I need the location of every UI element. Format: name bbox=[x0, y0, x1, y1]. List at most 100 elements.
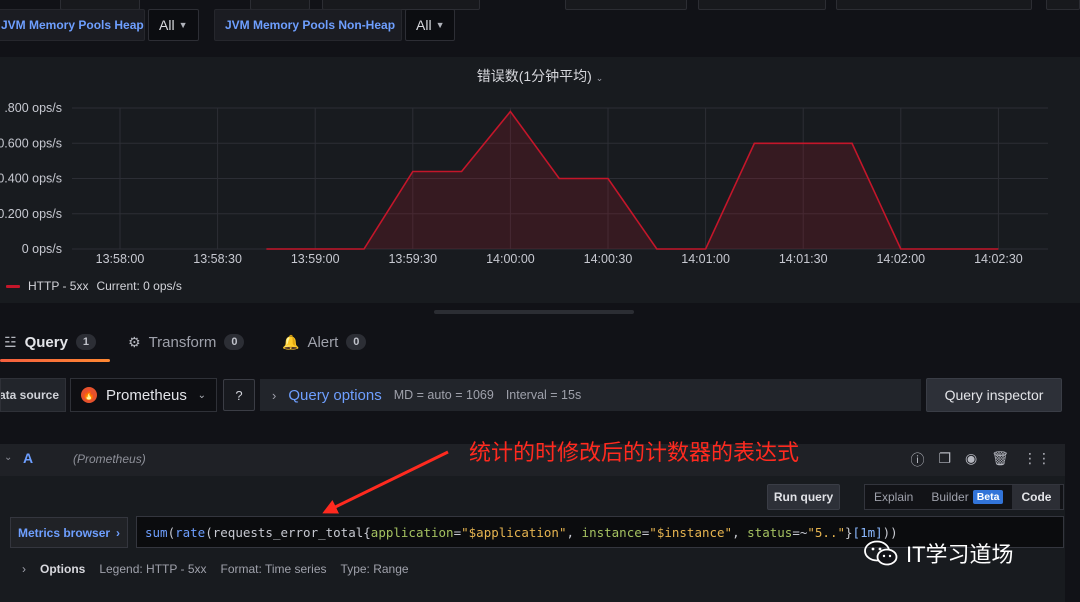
datasource-label: Data source bbox=[0, 378, 66, 412]
mode-explain[interactable]: Explain bbox=[865, 485, 922, 509]
expr-token: = bbox=[641, 524, 650, 540]
interval-value: Interval = 15s bbox=[505, 388, 582, 402]
query-options-link[interactable]: Query options bbox=[288, 387, 381, 404]
tab-query[interactable]: ☳ Query 1 bbox=[4, 322, 97, 362]
prometheus-logo-icon: 🔥 bbox=[81, 387, 97, 403]
chevron-right-icon: › bbox=[272, 387, 277, 403]
legend-swatch bbox=[6, 284, 20, 288]
query-ref-id[interactable]: A bbox=[23, 450, 33, 466]
datasource-picker[interactable]: 🔥 Prometheus ⌄ bbox=[70, 378, 217, 412]
variable-label-heap: JVM Memory Pools Heap bbox=[0, 9, 145, 41]
variable-picker-partial[interactable] bbox=[836, 0, 1032, 10]
expr-token: } bbox=[845, 524, 853, 540]
tab-label: Alert bbox=[307, 333, 339, 351]
mode-code-label: Code bbox=[1021, 490, 1052, 504]
x-tick-label: 13:59:00 bbox=[291, 252, 340, 266]
expr-token: , bbox=[732, 524, 748, 540]
expr-token: sum bbox=[145, 524, 168, 540]
legend-current-value: Current: 0 ops/s bbox=[96, 279, 182, 293]
chevron-right-icon: › bbox=[116, 525, 121, 540]
transform-icon: ⚙ bbox=[128, 333, 141, 350]
options-title: Options bbox=[40, 562, 86, 576]
y-axis: .800 ops/s 0.600 ops/s 0.400 ops/s 0.200 op… bbox=[0, 101, 62, 256]
expr-token: requests_error_total bbox=[212, 524, 364, 540]
tab-count: 1 bbox=[75, 334, 97, 350]
mode-code[interactable]: Code bbox=[1012, 485, 1061, 509]
y-tick-label: 0.400 ops/s bbox=[0, 172, 62, 186]
editor-tabs: ☳ Query 1 ⚙ Transform 0 🔔 Alert 0 bbox=[0, 322, 1080, 362]
question-circle-icon[interactable]: ⓘ bbox=[910, 450, 924, 470]
x-tick-label: 14:01:30 bbox=[779, 252, 828, 266]
mode-explain-label: Explain bbox=[874, 490, 914, 504]
eye-icon[interactable]: ◉ bbox=[965, 450, 977, 470]
variable-select-heap[interactable]: All ▼ bbox=[148, 9, 199, 41]
expr-token: ( bbox=[167, 524, 176, 540]
metrics-browser-button[interactable]: Metrics browser › bbox=[10, 517, 128, 548]
chevron-right-icon: › bbox=[22, 562, 26, 576]
tab-label: Query bbox=[24, 333, 68, 351]
drag-handle-icon[interactable]: ⋮⋮ bbox=[1023, 450, 1051, 470]
x-tick-label: 14:02:00 bbox=[876, 252, 925, 266]
max-data-points: MD = auto = 1069 bbox=[393, 388, 494, 402]
x-tick-label: 14:00:00 bbox=[486, 252, 535, 266]
variable-select-value: All bbox=[416, 17, 432, 33]
query-inspector-button[interactable]: Query inspector bbox=[926, 378, 1062, 412]
panel-preview: 错误数(1分钟平均) ⌄ .800 ops/s 0.600 ops/s 0.400 … bbox=[0, 57, 1080, 303]
legend[interactable]: HTTP - 5xx Current: 0 ops/s bbox=[6, 279, 182, 293]
wechat-icon bbox=[864, 540, 898, 566]
tab-alert[interactable]: 🔔 Alert 0 bbox=[282, 322, 367, 362]
chevron-down-icon[interactable]: ⌄ bbox=[4, 452, 12, 463]
watermark: IT学习道场 bbox=[864, 537, 1014, 569]
question-circle-icon: ? bbox=[235, 387, 243, 403]
variable-select-nonheap[interactable]: All ▼ bbox=[405, 9, 455, 41]
query-datasource-hint: (Prometheus) bbox=[73, 452, 146, 466]
chevron-down-icon: ⌄ bbox=[197, 389, 206, 401]
chevron-down-icon: ▼ bbox=[178, 20, 188, 30]
metrics-browser-label: Metrics browser bbox=[18, 525, 111, 540]
beta-badge: Beta bbox=[972, 490, 1004, 504]
y-tick-label: 0.600 ops/s bbox=[0, 136, 62, 150]
chevron-down-icon: ▼ bbox=[435, 20, 445, 30]
chart: .800 ops/s 0.600 ops/s 0.400 ops/s 0.200 op… bbox=[0, 101, 1048, 266]
expr-token: rate bbox=[175, 524, 206, 540]
bell-icon: 🔔 bbox=[282, 333, 300, 350]
tab-label: Transform bbox=[148, 333, 217, 351]
annotation-text: 统计的时修改后的计数器的表达式 bbox=[469, 441, 800, 466]
expr-token: status bbox=[747, 524, 793, 540]
panel-resize-handle[interactable] bbox=[434, 310, 634, 314]
variable-select-value: All bbox=[159, 17, 175, 33]
active-tab-indicator bbox=[0, 359, 110, 362]
x-axis: 13:58:00 13:58:30 13:59:00 13:59:30 14:00:00… bbox=[96, 252, 1023, 266]
x-tick-label: 14:02:30 bbox=[974, 252, 1023, 266]
expr-token: , bbox=[566, 524, 582, 540]
toolbar-button-partial[interactable] bbox=[1046, 0, 1080, 10]
options-legend: Legend: HTTP - 5xx bbox=[99, 562, 207, 576]
query-options[interactable]: › Query options MD = auto = 1069 Interva… bbox=[260, 379, 921, 411]
expr-token: "$instance" bbox=[649, 524, 733, 540]
x-tick-label: 13:58:00 bbox=[96, 252, 145, 266]
expr-token: "$application" bbox=[461, 524, 567, 540]
x-tick-label: 13:59:30 bbox=[388, 252, 437, 266]
variable-picker-partial[interactable] bbox=[698, 0, 826, 10]
trash-icon[interactable]: 🗑 bbox=[991, 450, 1009, 470]
run-query-button[interactable]: Run query bbox=[767, 484, 840, 510]
tab-transform[interactable]: ⚙ Transform 0 bbox=[128, 322, 245, 362]
duplicate-icon[interactable]: ❐ bbox=[938, 450, 951, 470]
expr-token: "5.." bbox=[807, 524, 846, 540]
datasource-row: Data source 🔥 Prometheus ⌄ ? › Query opt… bbox=[0, 378, 1080, 414]
x-tick-label: 14:00:30 bbox=[584, 252, 633, 266]
x-tick-label: 13:58:30 bbox=[193, 252, 242, 266]
options-type: Type: Range bbox=[340, 562, 409, 576]
expr-token: instance bbox=[581, 524, 642, 540]
query-options-summary[interactable]: › Options Legend: HTTP - 5xx Format: Tim… bbox=[22, 562, 409, 576]
legend-series-name: HTTP - 5xx bbox=[28, 279, 89, 293]
tab-count: 0 bbox=[224, 334, 245, 350]
mode-builder[interactable]: Builder Beta bbox=[922, 485, 1012, 509]
datasource-help-button[interactable]: ? bbox=[223, 379, 255, 411]
expr-token: application bbox=[370, 524, 454, 540]
mode-builder-label: Builder bbox=[931, 490, 969, 504]
expr-token: { bbox=[363, 524, 371, 540]
variable-picker-partial[interactable] bbox=[565, 0, 687, 10]
query-row-actions: ⓘ ❐ ◉ 🗑 ⋮⋮ bbox=[910, 450, 1051, 470]
y-tick-label: 0.200 ops/s bbox=[0, 207, 62, 221]
